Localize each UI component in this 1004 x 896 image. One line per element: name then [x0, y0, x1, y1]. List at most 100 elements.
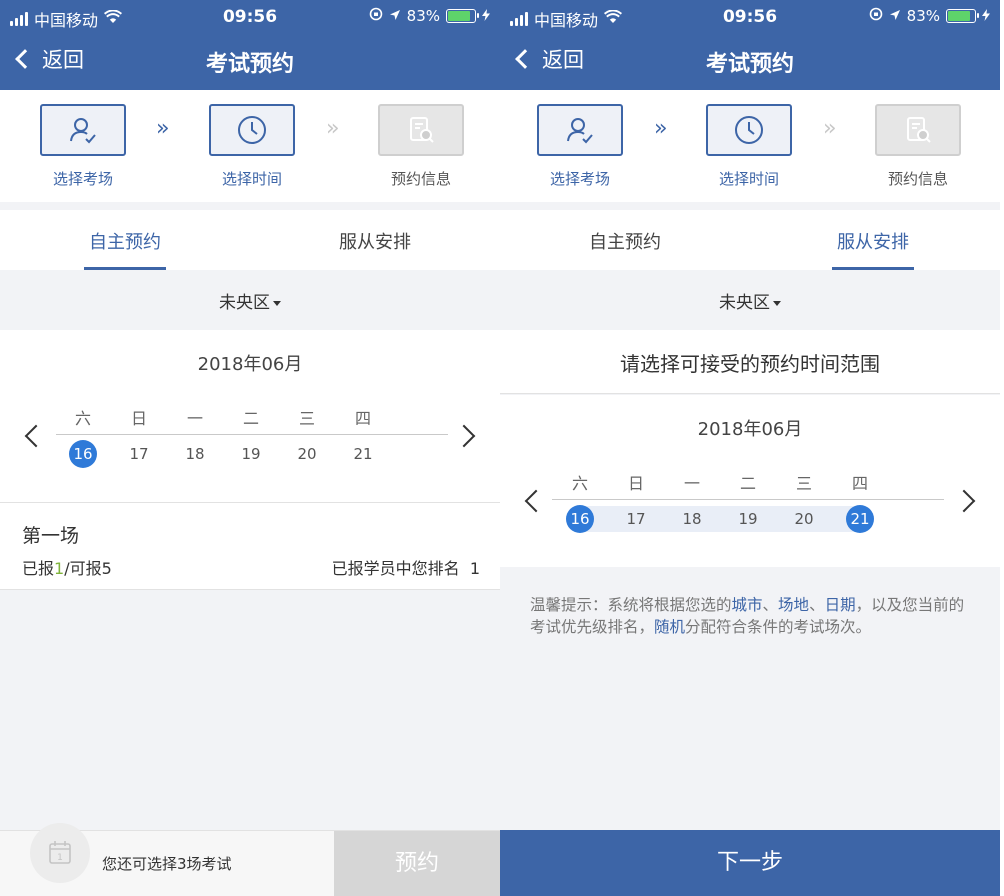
- calendar-day[interactable]: 18: [181, 440, 209, 468]
- tab-follow-arrangement[interactable]: 服从安排: [250, 210, 500, 270]
- calendar-divider: [552, 499, 944, 500]
- step-booking-info: 预约信息: [376, 104, 466, 189]
- nav-bar: 返回 考试预约: [0, 36, 500, 90]
- step-label: 选择考场: [52, 170, 113, 188]
- booking-mode-tabs: 自主预约 服从安排: [500, 210, 1000, 270]
- calendar-day[interactable]: 19: [237, 440, 265, 468]
- step-indicator: 选择考场 ›› 选择时间 ›› 预约信息: [500, 90, 1000, 202]
- tab-label: 服从安排: [339, 232, 411, 253]
- exam-session-card[interactable]: 第一场 已报1/可报5 已报学员中您排名 1: [0, 502, 500, 590]
- tip-text: 分配符合条件的考试场次。: [685, 618, 872, 636]
- calendar-icon[interactable]: 1: [30, 823, 90, 883]
- double-chevron-right-icon: ››: [156, 116, 169, 141]
- booking-mode-tabs: 自主预约 服从安排: [0, 210, 500, 270]
- step-booking-info: 预约信息: [873, 104, 963, 189]
- district-dropdown[interactable]: 未央区: [500, 270, 1000, 328]
- weekday-label: 日: [130, 409, 147, 428]
- user-check-icon: [537, 104, 623, 156]
- calendar-day[interactable]: 19: [734, 505, 762, 533]
- calendar-divider: [56, 434, 448, 435]
- weekday-label: 四: [851, 474, 868, 493]
- tip-separator: 、: [809, 596, 825, 614]
- calendar-day[interactable]: 16: [566, 505, 594, 533]
- calendar-day[interactable]: 16: [69, 440, 97, 468]
- session-rank: 已报学员中您排名 1: [332, 555, 480, 579]
- tip-text: 温馨提示：系统将根据您选的: [530, 596, 732, 614]
- user-check-icon: [40, 104, 126, 156]
- calendar-month: 2018年06月: [197, 354, 303, 375]
- calendar-day[interactable]: 21: [846, 505, 874, 533]
- chevron-left-icon[interactable]: [524, 489, 548, 513]
- warm-tip: 温馨提示：系统将根据您选的城市、场地、日期，以及您当前的考试优先级排名，随机分配…: [530, 594, 976, 638]
- screen-self-booking: 中国移动 09:56 83% 返回 考试预约 选择考场 ›› 选择时间 ›› 预…: [0, 0, 500, 896]
- calendar-month: 2018年06月: [697, 419, 803, 440]
- chevron-left-icon[interactable]: [24, 424, 48, 448]
- tip-separator: 、: [762, 596, 779, 614]
- date-range-calendar: 2018年06月 六 日 一 二 三 四 16 17 18 19 20 21: [500, 395, 1000, 567]
- tab-label: 自主预约: [589, 232, 661, 253]
- remaining-exams-text: 您还可选择3场考试: [102, 855, 232, 873]
- step-label: 预约信息: [390, 170, 451, 188]
- next-step-button[interactable]: 下一步: [500, 830, 1000, 896]
- district-label: 未央区: [719, 293, 770, 313]
- weekday-label: 三: [795, 474, 812, 493]
- weekday-label: 四: [354, 409, 371, 428]
- district-dropdown[interactable]: 未央区: [0, 270, 500, 328]
- step-label: 选择时间: [718, 170, 779, 188]
- caret-down-icon: [273, 300, 281, 306]
- top-bar: 中国移动 09:56 83% 返回 考试预约: [0, 0, 500, 90]
- tab-self-booking[interactable]: 自主预约: [500, 210, 750, 270]
- calendar-day[interactable]: 20: [790, 505, 818, 533]
- calendar-day[interactable]: 20: [293, 440, 321, 468]
- date-calendar: 2018年06月 六 日 一 二 三 四 16 17 18 19 20 21: [0, 330, 500, 502]
- weekday-label: 一: [186, 409, 203, 428]
- document-search-icon: [875, 104, 961, 156]
- weekday-label: 六: [571, 474, 588, 493]
- calendar-day[interactable]: 17: [622, 505, 650, 533]
- calendar-day[interactable]: 17: [125, 440, 153, 468]
- tab-label: 服从安排: [837, 232, 909, 253]
- orientation-lock-icon: [869, 7, 883, 25]
- step-select-time: 选择时间: [207, 104, 297, 189]
- page-title: 考试预约: [705, 52, 794, 77]
- status-right: 83%: [369, 7, 490, 25]
- location-arrow-icon: [889, 7, 901, 25]
- calendar-day[interactable]: 21: [349, 440, 377, 468]
- charging-icon: [482, 7, 490, 25]
- step-select-venue: 选择考场: [38, 104, 128, 189]
- tip-highlight-venue: 场地: [778, 596, 810, 614]
- book-button[interactable]: 预约: [334, 831, 500, 896]
- charging-icon: [982, 7, 990, 25]
- page-title: 考试预约: [205, 52, 294, 77]
- double-chevron-right-icon: ››: [654, 116, 667, 141]
- step-select-venue: 选择考场: [535, 104, 625, 189]
- battery-percent: 83%: [906, 7, 940, 25]
- weekday-label: 二: [739, 474, 756, 493]
- status-bar: 中国移动 09:56 83%: [500, 0, 1000, 36]
- status-bar: 中国移动 09:56 83%: [0, 0, 500, 36]
- calendar-day[interactable]: 18: [678, 505, 706, 533]
- double-chevron-right-icon: ››: [326, 116, 339, 141]
- district-label: 未央区: [219, 293, 270, 313]
- nav-bar: 返回 考试预约: [500, 36, 1000, 90]
- registered-prefix: 已报: [22, 559, 55, 578]
- weekday-label: 三: [298, 409, 315, 428]
- top-bar: 中国移动 09:56 83% 返回 考试预约: [500, 0, 1000, 90]
- tab-follow-arrangement[interactable]: 服从安排: [748, 210, 998, 270]
- booking-bottom-bar: 1 您还可选择3场考试 预约: [0, 823, 500, 896]
- weekday-label: 一: [683, 474, 700, 493]
- clock-icon: [706, 104, 792, 156]
- weekday-label: 六: [74, 409, 91, 428]
- chevron-right-icon[interactable]: [452, 424, 476, 448]
- chevron-right-icon[interactable]: [952, 489, 976, 513]
- calendar-badge-number: 1: [57, 853, 63, 863]
- battery-icon: [946, 9, 979, 23]
- tab-self-booking[interactable]: 自主预约: [0, 210, 250, 270]
- battery-percent: 83%: [406, 7, 440, 25]
- screen-follow-arrangement: 中国移动 09:56 83% 返回 考试预约 选择考场 ›› 选择时间 ›› 预…: [500, 0, 1000, 896]
- location-arrow-icon: [389, 7, 401, 25]
- time-range-title: 请选择可接受的预约时间范围: [500, 330, 1000, 394]
- clock-icon: [209, 104, 295, 156]
- orientation-lock-icon: [369, 7, 383, 25]
- step-label: 选择考场: [549, 170, 610, 188]
